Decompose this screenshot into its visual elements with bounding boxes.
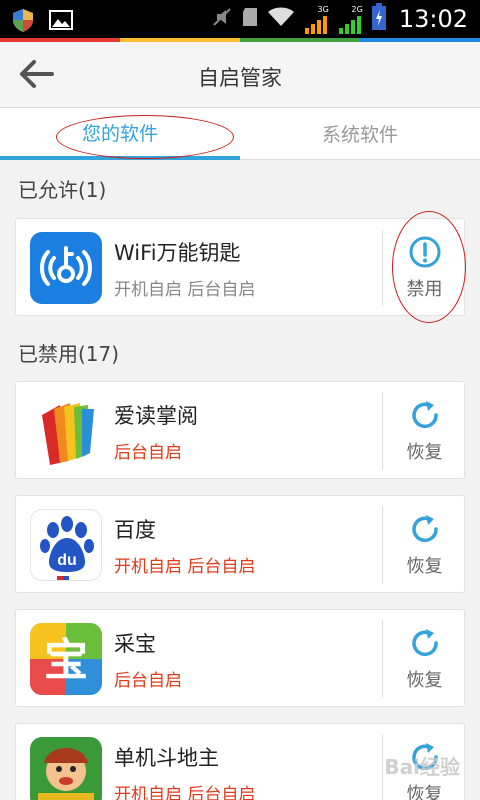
ireader-app-icon — [30, 395, 102, 467]
highlight-oval — [392, 211, 466, 323]
app-name: 百度 — [114, 518, 156, 542]
baidu-logo-text: du — [57, 552, 77, 569]
action-label: 恢复 — [406, 442, 443, 463]
signal-3g-icon: 3G — [303, 5, 329, 34]
restore-button[interactable]: 恢复 — [383, 382, 466, 480]
clock: 13:02 — [398, 5, 468, 33]
app-autostart-desc: 开机自启 后台自启 — [114, 785, 256, 800]
refresh-icon — [411, 401, 438, 428]
wifi-key-app-icon — [30, 232, 102, 304]
app-bar: 自启管家 — [0, 42, 480, 108]
app-name: 单机斗地主 — [114, 746, 219, 770]
list-item: WiFi万能钥匙 开机自启 后台自启 禁用 — [15, 211, 466, 323]
highlight-oval — [56, 115, 234, 159]
refresh-icon — [411, 515, 438, 542]
action-label: 恢复 — [406, 556, 443, 577]
restore-button[interactable]: 恢复 — [383, 496, 466, 594]
app-name: 爱读掌阅 — [114, 404, 198, 428]
mute-icon — [211, 6, 233, 32]
watermark: Bai经验 — [384, 755, 460, 779]
action-label: 恢复 — [406, 670, 443, 691]
wifi-icon — [267, 6, 295, 32]
battery-icon — [371, 3, 387, 35]
refresh-icon — [411, 629, 438, 656]
tab-bar: 您的软件 系统软件 — [0, 108, 480, 160]
list-item: 宝 采宝 后台自启 恢复 — [15, 609, 465, 707]
signal-2g-icon: 2G — [337, 5, 363, 34]
app-autostart-desc: 开机自启 后台自启 — [114, 557, 256, 577]
tab-label: 系统软件 — [321, 124, 398, 146]
image-icon — [48, 7, 74, 37]
doudizhu-app-icon — [30, 737, 102, 800]
action-label: 恢复 — [406, 784, 443, 800]
baidu-app-icon: du — [30, 509, 102, 581]
app-name: WiFi万能钥匙 — [114, 241, 241, 265]
list-item: du 百度 开机自启 后台自启 恢复 — [15, 495, 465, 593]
caibao-app-icon: 宝 — [30, 623, 102, 695]
caibao-logo-text: 宝 — [44, 635, 88, 686]
status-bar: 3G 2G 13:02 — [0, 0, 480, 40]
section-title-allowed: 已允许(1) — [18, 178, 107, 202]
section-title-disabled: 已禁用(17) — [18, 342, 120, 366]
app-name: 采宝 — [114, 632, 156, 656]
app-autostart-desc: 开机自启 后台自启 — [114, 280, 256, 300]
app-autostart-desc: 后台自启 — [114, 443, 182, 463]
shield-icon — [10, 7, 36, 37]
app-autostart-desc: 后台自启 — [114, 671, 182, 691]
page-title: 自启管家 — [198, 66, 282, 90]
restore-button[interactable]: 恢复 — [383, 610, 466, 708]
list-item: 爱读掌阅 后台自启 恢复 — [15, 381, 465, 479]
tab-system-software[interactable]: 系统软件 — [240, 108, 480, 160]
sdcard-icon — [241, 6, 259, 32]
